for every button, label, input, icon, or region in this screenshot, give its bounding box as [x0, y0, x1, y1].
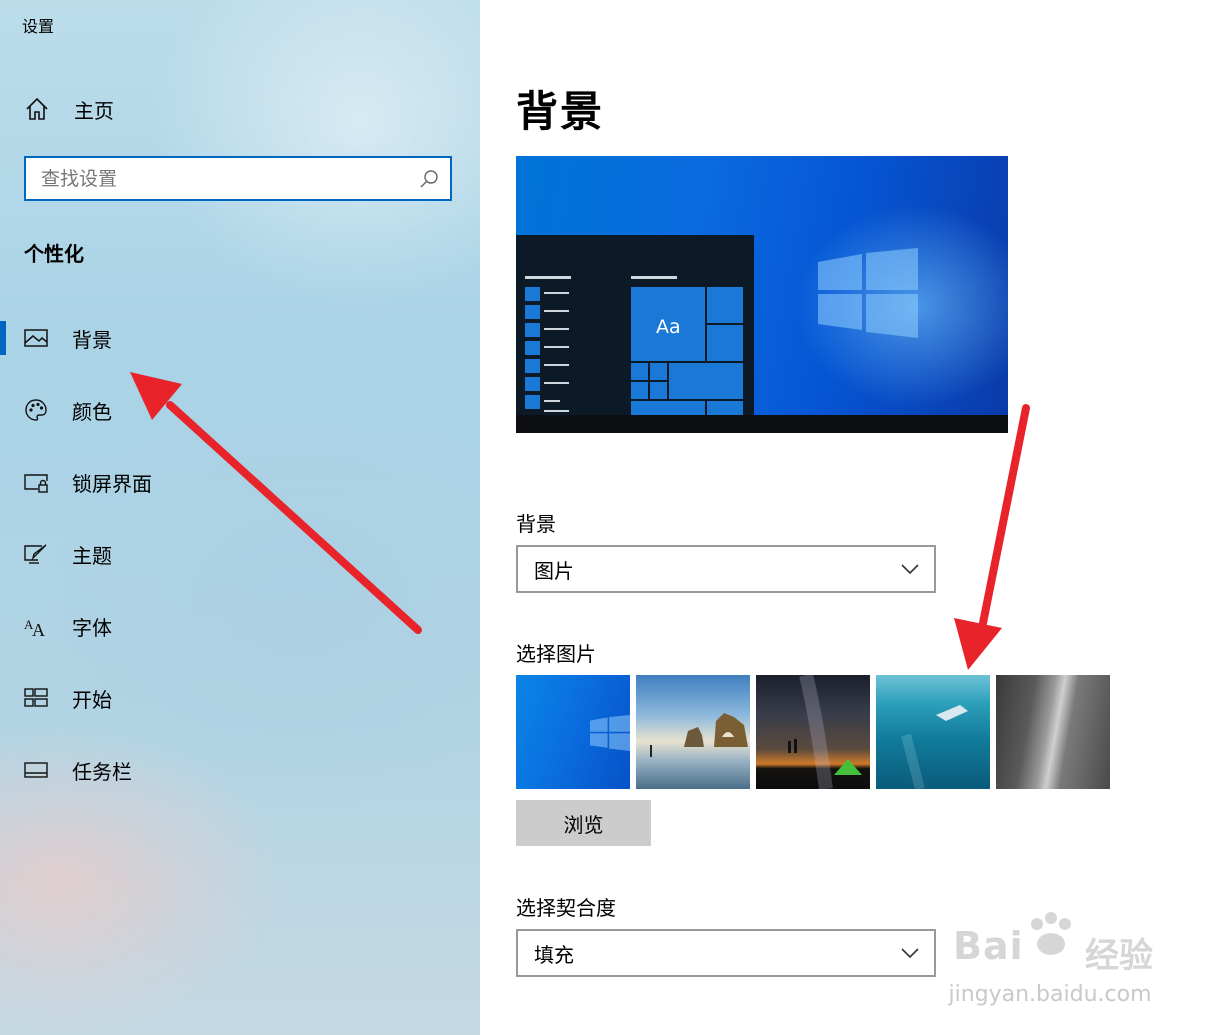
start-menu-tiles [525, 276, 743, 415]
sidebar-item-label: 任务栏 [72, 759, 132, 784]
thumbnail-underwater[interactable] [876, 675, 990, 789]
theme-brush-icon [24, 544, 47, 564]
sidebar-item-home[interactable]: 主页 [24, 94, 114, 124]
sidebar-item-label: 背景 [72, 327, 112, 352]
watermark-brand-cn: 经验 [1085, 936, 1153, 976]
watermark-url: jingyan.baidu.com [948, 982, 1152, 1007]
picture-icon [24, 329, 48, 347]
windows-logo-icon [590, 715, 630, 751]
rock-arch-shape [650, 713, 748, 757]
preview-taskbar [516, 415, 1008, 433]
sidebar-item-fonts[interactable]: A A 字体 [0, 604, 480, 648]
main-panel: 背景 Aa 背景 图片 选择图片 浏览 选择契合度 填充 [480, 0, 1221, 1035]
sidebar-item-taskbar[interactable]: 任务栏 [0, 748, 480, 792]
sidebar-item-label: 主题 [72, 543, 112, 568]
svg-text:A: A [32, 620, 45, 638]
browse-button[interactable]: 浏览 [516, 800, 651, 846]
thumbnail-night-sky[interactable] [756, 675, 870, 789]
picture-thumbnails [516, 675, 1110, 789]
preview-sample-text: Aa [656, 316, 681, 338]
paw-logo-icon [1031, 912, 1071, 955]
windows-logo-icon [818, 248, 918, 338]
lock-screen-icon [24, 474, 48, 493]
sidebar-item-background[interactable]: 背景 [0, 316, 480, 360]
sidebar-item-label: 颜色 [72, 399, 112, 424]
start-menu-preview: Aa [516, 235, 754, 415]
thumbnail-beach[interactable] [636, 675, 750, 789]
sidebar-item-start[interactable]: 开始 [0, 676, 480, 720]
desktop-preview: Aa [516, 156, 1008, 433]
page-title: 背景 [516, 87, 605, 136]
thumbnail-windows-blue[interactable] [516, 675, 630, 789]
palette-icon [25, 399, 47, 421]
background-label: 背景 [516, 512, 556, 536]
sidebar-item-label: 字体 [72, 615, 112, 640]
chevron-down-icon [901, 564, 919, 575]
sidebar-item-label: 主页 [74, 98, 114, 123]
sidebar: 设置 主页 个性化 背景 颜色 锁 [0, 0, 480, 1035]
sidebar-item-colors[interactable]: 颜色 [0, 388, 480, 432]
app-title: 设置 [22, 17, 55, 36]
swimmer-shape [901, 705, 968, 789]
search-input[interactable] [26, 166, 418, 191]
chevron-down-icon [901, 948, 919, 959]
search-box[interactable] [24, 156, 452, 201]
sidebar-item-label: 锁屏界面 [72, 471, 152, 496]
fit-label: 选择契合度 [516, 896, 616, 920]
background-dropdown-value: 图片 [534, 558, 574, 583]
sidebar-item-themes[interactable]: 主题 [0, 532, 480, 576]
choose-picture-label: 选择图片 [516, 642, 596, 666]
background-dropdown[interactable]: 图片 [516, 545, 936, 593]
fit-dropdown[interactable]: 填充 [516, 929, 936, 977]
sidebar-item-label: 开始 [72, 687, 112, 712]
start-grid-icon [24, 688, 48, 707]
tent-shape [788, 675, 862, 789]
section-title: 个性化 [24, 242, 84, 266]
search-icon[interactable] [418, 168, 440, 190]
sidebar-item-lock-screen[interactable]: 锁屏界面 [0, 460, 480, 504]
taskbar-icon [24, 762, 48, 778]
font-icon: A A [24, 617, 45, 638]
home-icon [26, 97, 48, 120]
thumbnail-rock-cliff[interactable] [996, 675, 1110, 789]
fit-dropdown-value: 填充 [534, 942, 574, 967]
baidu-watermark: Bai 经验 jingyan.baidu.com [935, 910, 1175, 1010]
watermark-brand: Bai [953, 924, 1024, 968]
